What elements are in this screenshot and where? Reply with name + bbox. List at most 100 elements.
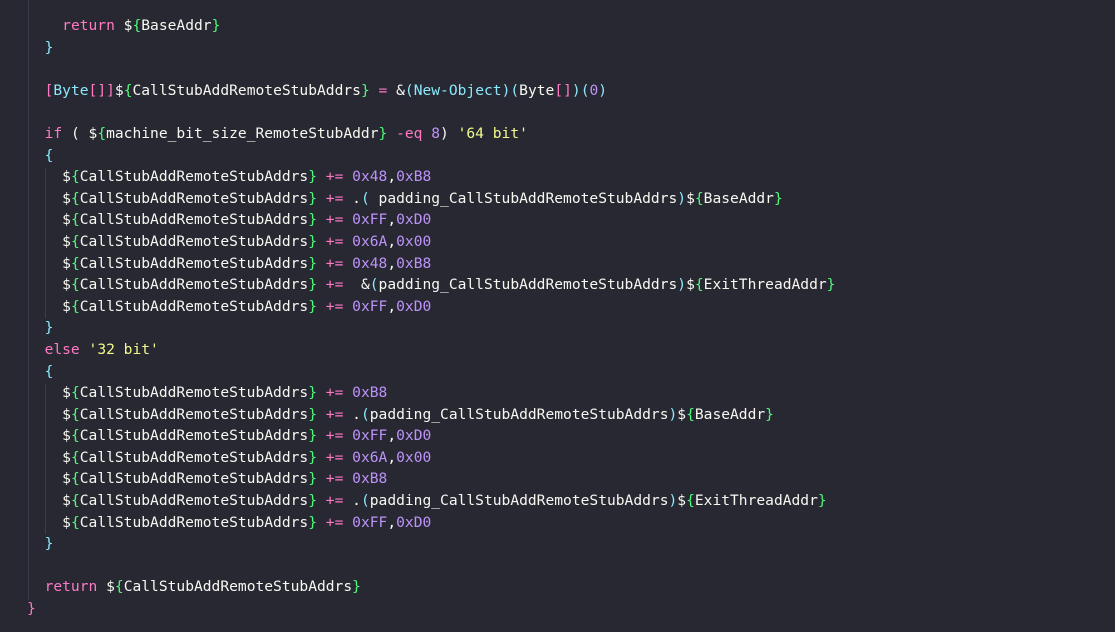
brace-token: } bbox=[773, 189, 783, 207]
number-token: 0x48 bbox=[352, 254, 388, 272]
brace-token: } bbox=[765, 405, 774, 423]
number-token: 0xD0 bbox=[396, 513, 432, 531]
code-line[interactable]: } bbox=[27, 37, 835, 59]
brace-token: { bbox=[70, 232, 80, 250]
paren-token: ) bbox=[598, 81, 608, 99]
code-line[interactable]: ${CallStubAddRemoteStubAddrs} += 0xB8 bbox=[27, 382, 835, 404]
brace-token: { bbox=[70, 168, 80, 186]
paren-token: ( bbox=[360, 405, 370, 423]
brace-token: } bbox=[308, 384, 317, 402]
paren-token: ) bbox=[677, 189, 687, 207]
code-line[interactable]: { bbox=[27, 361, 835, 383]
brace-token: { bbox=[97, 124, 107, 142]
number-token: 0 bbox=[589, 81, 599, 99]
plain-token: $ bbox=[62, 427, 71, 445]
keyword-token: return bbox=[44, 578, 98, 596]
code-line[interactable]: ${CallStubAddRemoteStubAddrs} += .( padd… bbox=[27, 188, 835, 210]
string-token: '64 bit' bbox=[457, 124, 528, 142]
code-line[interactable]: ${CallStubAddRemoteStubAddrs} += &(paddi… bbox=[27, 274, 835, 296]
plain-token: $ bbox=[62, 211, 71, 229]
code-line[interactable]: [Byte[]]${CallStubAddRemoteStubAddrs} = … bbox=[27, 80, 835, 102]
string-token: '32 bit' bbox=[88, 340, 159, 358]
brace-token: } bbox=[308, 232, 317, 250]
code-line[interactable]: { bbox=[27, 145, 835, 167]
paren-token: ( bbox=[404, 81, 414, 99]
plain-token: $ bbox=[677, 492, 687, 510]
code-line[interactable]: ${CallStubAddRemoteStubAddrs} += 0x48,0x… bbox=[27, 166, 835, 188]
code-line[interactable]: ${CallStubAddRemoteStubAddrs} += 0x6A,0x… bbox=[27, 447, 835, 469]
paren-token: ) bbox=[668, 405, 678, 423]
code-line[interactable] bbox=[27, 555, 835, 577]
code-line[interactable]: return ${BaseAddr} bbox=[27, 15, 835, 37]
code-line[interactable]: ${CallStubAddRemoteStubAddrs} += .(paddi… bbox=[27, 490, 835, 512]
number-token: 8 bbox=[431, 124, 441, 142]
number-token: 0xD0 bbox=[396, 211, 432, 229]
plain-token: $ bbox=[62, 168, 71, 186]
brace-token: { bbox=[686, 492, 695, 510]
keyword-token: else bbox=[44, 340, 80, 358]
code-line[interactable]: return ${CallStubAddRemoteStubAddrs} bbox=[27, 576, 835, 598]
brace-token: { bbox=[70, 470, 80, 488]
plain-token: $ bbox=[88, 124, 98, 142]
brace-token: { bbox=[70, 427, 80, 445]
plain-token: Byte bbox=[519, 81, 555, 99]
operator-token: += bbox=[325, 513, 344, 531]
code-line[interactable]: } bbox=[27, 317, 835, 339]
brace-token: { bbox=[114, 578, 124, 596]
code-line[interactable] bbox=[27, 101, 835, 123]
paren-token: ( bbox=[369, 276, 379, 294]
code-line[interactable]: ${CallStubAddRemoteStubAddrs} += 0x48,0x… bbox=[27, 253, 835, 275]
number-token: 0xD0 bbox=[396, 297, 432, 315]
code-line[interactable]: ${CallStubAddRemoteStubAddrs} += 0xFF,0x… bbox=[27, 296, 835, 318]
code-line[interactable]: if ( ${machine_bit_size_RemoteStubAddr} … bbox=[27, 123, 835, 145]
code-line[interactable]: ${CallStubAddRemoteStubAddrs} += 0xFF,0x… bbox=[27, 209, 835, 231]
brace-token: { bbox=[70, 254, 80, 272]
code-line[interactable]: ${CallStubAddRemoteStubAddrs} += 0x6A,0x… bbox=[27, 231, 835, 253]
paren-token: ( bbox=[580, 81, 590, 99]
brace-token: } bbox=[308, 254, 317, 272]
text-token: padding_CallStubAddRemoteStubAddrs bbox=[369, 189, 678, 207]
code-lines[interactable]: return ${BaseAddr} } [Byte[]]${CallStubA… bbox=[27, 15, 835, 620]
text-token: ) bbox=[440, 124, 458, 142]
code-line[interactable]: } bbox=[27, 598, 835, 620]
variable-token: machine_bit_size_RemoteStubAddr bbox=[106, 124, 379, 142]
code-line[interactable] bbox=[27, 58, 835, 80]
code-editor[interactable]: return ${BaseAddr} } [Byte[]]${CallStubA… bbox=[0, 0, 1115, 632]
brace-token: } bbox=[308, 405, 317, 423]
code-line[interactable]: ${CallStubAddRemoteStubAddrs} += .(paddi… bbox=[27, 404, 835, 426]
number-token: 0xFF bbox=[352, 211, 388, 229]
text-token: , bbox=[387, 513, 397, 531]
operator-token: += bbox=[325, 384, 344, 402]
code-line[interactable]: else '32 bit' bbox=[27, 339, 835, 361]
plain-token: $ bbox=[62, 297, 71, 315]
plain-token: $ bbox=[62, 492, 71, 510]
text-token: padding_CallStubAddRemoteStubAddrs bbox=[369, 492, 669, 510]
text-token: , bbox=[387, 448, 397, 466]
code-line[interactable]: ${CallStubAddRemoteStubAddrs} += 0xFF,0x… bbox=[27, 425, 835, 447]
plain-token: $ bbox=[62, 405, 71, 423]
plain-token: $ bbox=[62, 384, 71, 402]
text-token: . bbox=[343, 492, 361, 510]
code-line[interactable]: } bbox=[27, 533, 835, 555]
outer-brace-token: } bbox=[27, 600, 36, 618]
number-token: 0x00 bbox=[396, 448, 432, 466]
plain-token: $ bbox=[62, 232, 71, 250]
code-line[interactable]: ${CallStubAddRemoteStubAddrs} += 0xFF,0x… bbox=[27, 512, 835, 534]
code-line[interactable]: ${CallStubAddRemoteStubAddrs} += 0xB8 bbox=[27, 468, 835, 490]
operator-token: += bbox=[325, 492, 344, 510]
operator-token: += bbox=[325, 232, 344, 250]
